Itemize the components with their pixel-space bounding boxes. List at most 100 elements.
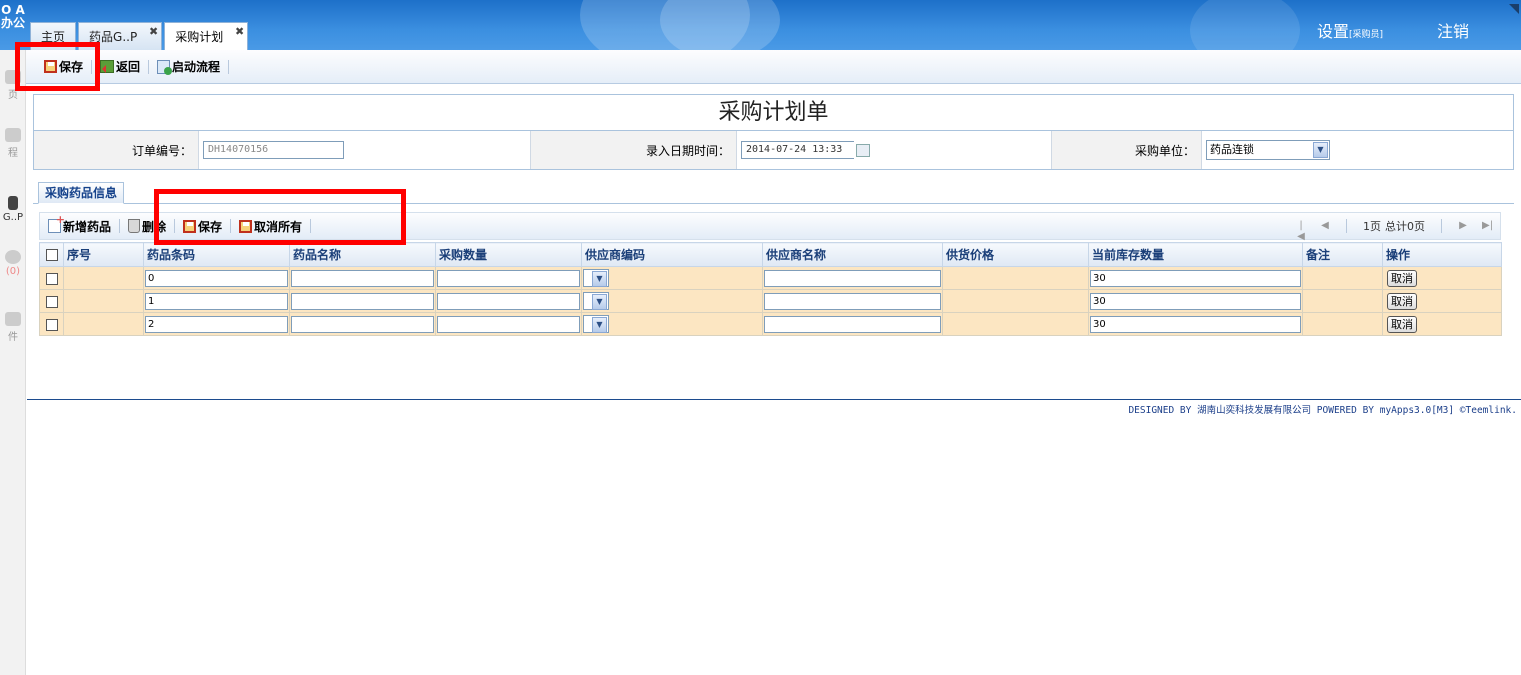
drug-name-input[interactable]: [291, 315, 434, 333]
barcode-cell: 0: [143, 266, 290, 290]
qty-cell: [435, 289, 582, 313]
barcode-cell: 1: [143, 289, 290, 313]
row-checkbox[interactable]: [39, 289, 64, 313]
prev-page-icon[interactable]: ◀: [1320, 220, 1330, 232]
footer-credits: DESIGNED BY 湖南山奕科技发展有限公司 POWERED BY myAp…: [1128, 405, 1517, 416]
order-no-label: 订单编号：: [34, 131, 199, 169]
row-checkbox[interactable]: [39, 266, 64, 290]
drug-name-input[interactable]: [291, 269, 434, 287]
stock-input[interactable]: 30: [1090, 292, 1301, 310]
supplier-code-select[interactable]: ▼: [583, 292, 609, 310]
unit-select[interactable]: 药品连锁 ▼: [1206, 140, 1330, 160]
last-page-icon[interactable]: ▶|: [1482, 220, 1493, 232]
remark-cell: [1302, 289, 1383, 313]
drug-name-cell: [289, 312, 436, 336]
col-seq: 序号: [63, 242, 144, 267]
toolbar-separator: [228, 59, 230, 74]
supplier-code-cell: ▼: [581, 266, 763, 290]
drug-name-cell: [289, 289, 436, 313]
row-cancel-button[interactable]: 取消: [1387, 292, 1417, 310]
barcode-input[interactable]: 1: [145, 292, 288, 310]
close-icon[interactable]: ✖: [149, 25, 158, 38]
footer-divider: [27, 399, 1521, 400]
calendar-icon[interactable]: [856, 143, 870, 157]
order-no-input[interactable]: DH14070156: [203, 141, 344, 159]
price-cell: [942, 312, 1089, 336]
page-current: 1页: [1363, 220, 1381, 233]
chevron-down-icon: ▼: [592, 294, 607, 310]
stock-cell: 30: [1088, 289, 1303, 313]
remark-cell: [1302, 266, 1383, 290]
price-cell: [942, 266, 1089, 290]
order-no-cell: DH14070156: [199, 131, 531, 169]
stock-cell: 30: [1088, 312, 1303, 336]
back-button[interactable]: 返回: [94, 57, 146, 77]
user-icon: [5, 250, 21, 264]
tab-purchase-plan[interactable]: 采购计划 ✖: [164, 22, 249, 50]
drug-name-input[interactable]: [291, 292, 434, 310]
pager: |◀ ◀ 1页 总计0页 ▶ ▶|: [1296, 218, 1493, 242]
decor-music-icons: [1190, 0, 1300, 50]
col-stock-qty: 当前库存数量: [1088, 242, 1303, 267]
start-flow-button[interactable]: 启动流程: [151, 57, 226, 77]
stock-input[interactable]: 30: [1090, 269, 1301, 287]
settings-link[interactable]: 设置[采购员]: [1317, 18, 1383, 42]
qty-cell: [435, 266, 582, 290]
action-cell: 取消: [1382, 289, 1502, 313]
supplier-code-cell: ▼: [581, 289, 763, 313]
qty-input[interactable]: [437, 292, 580, 310]
chevron-down-icon: ▼: [592, 317, 607, 333]
tool-icon: [8, 196, 18, 210]
select-all-checkbox[interactable]: [39, 242, 64, 267]
row-checkbox[interactable]: [39, 312, 64, 336]
highlight-box: [15, 42, 100, 91]
add-icon: [48, 213, 65, 233]
tab-purchase-drug-info[interactable]: 采购药品信息: [38, 182, 125, 204]
sidebar-item-users[interactable]: (0): [0, 250, 26, 277]
sidebar-item-mail[interactable]: 件: [0, 312, 26, 343]
supplier-name-input[interactable]: [764, 292, 941, 310]
barcode-input[interactable]: 0: [145, 269, 288, 287]
row-cancel-button[interactable]: 取消: [1387, 269, 1417, 287]
supplier-code-select[interactable]: ▼: [583, 315, 609, 333]
add-drug-button[interactable]: 新增药品: [48, 213, 117, 236]
supplier-code-select[interactable]: ▼: [583, 269, 609, 287]
qty-input[interactable]: [437, 315, 580, 333]
col-drug-name: 药品名称: [289, 242, 436, 267]
seq-cell: [63, 289, 144, 313]
sidebar: 页 程 G..P (0) 件: [0, 50, 26, 675]
table-row: 1 ▼ 30 取消: [39, 289, 1502, 313]
grid-header-row: 序号 药品条码 药品名称 采购数量 供应商编码 供应商名称 供货价格 当前库存数…: [39, 242, 1502, 267]
close-icon[interactable]: ✖: [235, 25, 244, 38]
drug-grid: 序号 药品条码 药品名称 采购数量 供应商编码 供应商名称 供货价格 当前库存数…: [39, 242, 1502, 336]
date-input[interactable]: 2014-07-24 13:33: [741, 141, 854, 159]
col-purchase-qty: 采购数量: [435, 242, 582, 267]
supplier-name-input[interactable]: [764, 315, 941, 333]
qty-cell: [435, 312, 582, 336]
barcode-cell: 2: [143, 312, 290, 336]
toolbar-separator: [1346, 219, 1347, 233]
price-cell: [942, 289, 1089, 313]
barcode-input[interactable]: 2: [145, 315, 288, 333]
toolbar-separator: [119, 219, 121, 233]
first-page-icon[interactable]: |◀: [1296, 220, 1306, 242]
remark-cell: [1302, 312, 1383, 336]
supplier-code-cell: ▼: [581, 312, 763, 336]
sidebar-item-gsp[interactable]: G..P: [0, 196, 26, 223]
chevron-down-icon: ▼: [592, 271, 607, 287]
stock-input[interactable]: 30: [1090, 315, 1301, 333]
top-header: O A 办公 主页 药品G..P ✖ 采购计划 ✖ 设置[采购员] 注销: [0, 0, 1521, 50]
qty-input[interactable]: [437, 269, 580, 287]
highlight-box: [154, 189, 406, 245]
col-supply-price: 供货价格: [942, 242, 1089, 267]
unit-cell: 药品连锁 ▼: [1202, 131, 1513, 169]
col-supplier-name: 供应商名称: [762, 242, 943, 267]
sidebar-item-process[interactable]: 程: [0, 128, 26, 159]
page-total: 总计0页: [1385, 220, 1425, 233]
unit-label: 采购单位：: [1052, 131, 1202, 169]
supplier-name-input[interactable]: [764, 269, 941, 287]
date-label: 录入日期时间：: [531, 131, 737, 169]
row-cancel-button[interactable]: 取消: [1387, 315, 1417, 333]
next-page-icon[interactable]: ▶: [1458, 220, 1468, 232]
logout-link[interactable]: 注销: [1437, 18, 1469, 42]
